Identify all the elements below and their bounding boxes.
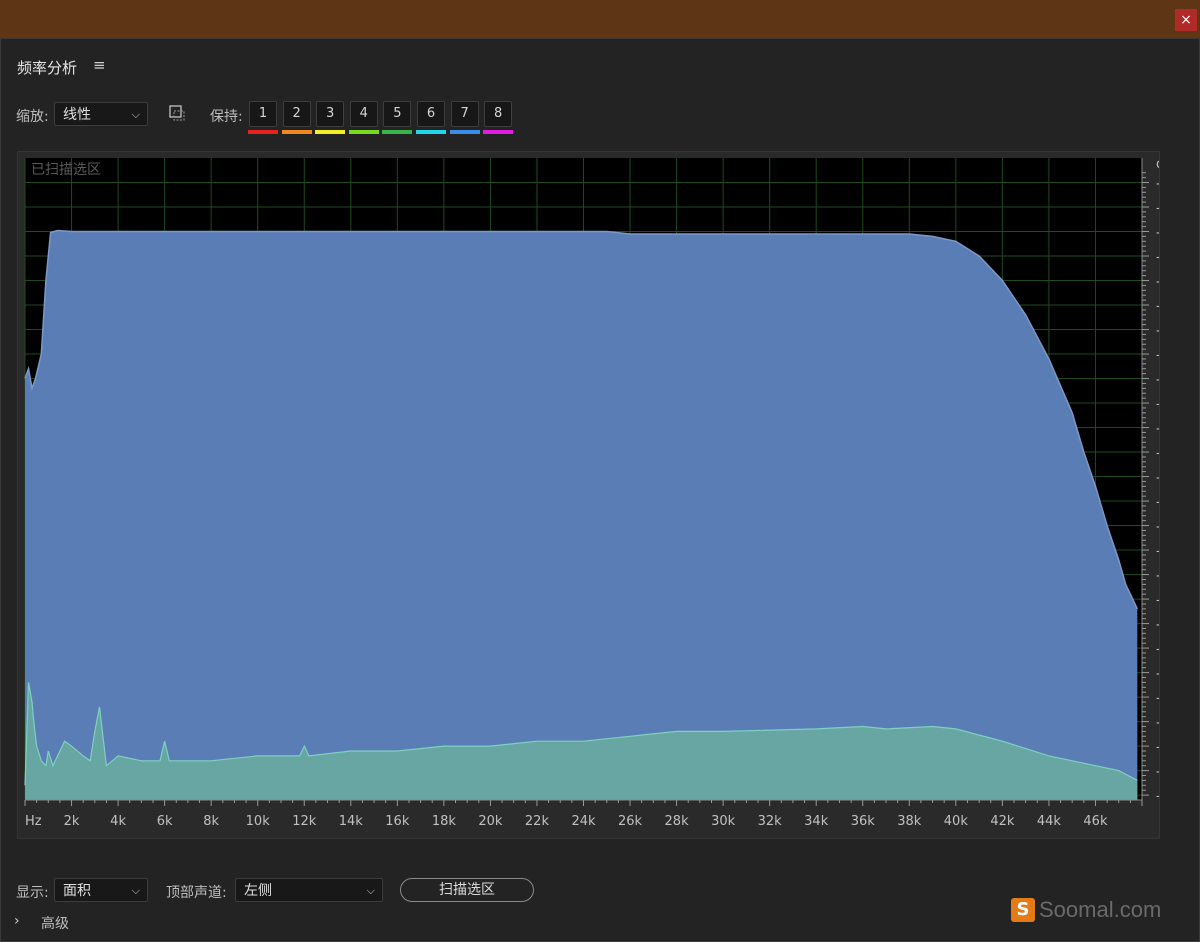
- y-tick-label: -45: [1156, 324, 1159, 339]
- hold-color-bar-3: [315, 130, 346, 134]
- watermark-text: Soomal.com: [1039, 897, 1162, 922]
- hold-button-7[interactable]: 7: [450, 101, 479, 127]
- display-label: 显示:: [16, 885, 49, 901]
- x-tick-label: 12k: [292, 814, 317, 829]
- y-tick-label: -60: [1156, 397, 1159, 412]
- y-tick-label: -140: [1156, 789, 1159, 804]
- y-tick-label: -70: [1156, 446, 1159, 461]
- x-tick-label: 40k: [944, 814, 969, 829]
- x-tick-label: 8k: [203, 814, 219, 829]
- top-channel-dropdown[interactable]: 左侧 ⌵: [235, 878, 383, 902]
- x-tick-label: 22k: [525, 814, 550, 829]
- close-button[interactable]: ×: [1175, 9, 1197, 31]
- x-tick-label: 32k: [758, 814, 783, 829]
- hold-color-bar-5: [382, 130, 413, 134]
- scan-selection-button[interactable]: 扫描选区: [400, 878, 534, 902]
- x-tick-label: 38k: [897, 814, 922, 829]
- y-tick-label: -90: [1156, 544, 1159, 559]
- hold-color-bar-6: [416, 130, 446, 134]
- x-tick-label: 2k: [64, 814, 80, 829]
- y-tick-label: -130: [1156, 740, 1159, 755]
- hold-button-2[interactable]: 2: [282, 101, 311, 127]
- chevron-down-icon: ⌵: [366, 884, 375, 897]
- y-tick-label: -85: [1156, 520, 1159, 535]
- display-dropdown-value: 面积: [63, 883, 91, 899]
- x-tick-label: 26k: [618, 814, 643, 829]
- x-tick-label: Hz: [25, 814, 42, 829]
- y-tick-label: -105: [1156, 618, 1159, 633]
- advanced-label[interactable]: 高级: [41, 913, 69, 933]
- hold-button-8[interactable]: 8: [484, 101, 513, 127]
- chevron-down-icon: ⌵: [131, 884, 140, 897]
- x-tick-label: 16k: [385, 814, 410, 829]
- y-tick-label: -95: [1156, 569, 1159, 584]
- x-tick-label: 10k: [246, 814, 271, 829]
- y-tick-label: -115: [1156, 667, 1159, 682]
- y-tick-label: -100: [1156, 593, 1159, 608]
- y-tick-label: -55: [1156, 373, 1159, 388]
- scanned-selection-label: 已扫描选区: [31, 162, 101, 178]
- x-tick-label: 30k: [711, 814, 736, 829]
- hold-color-bar-7: [449, 130, 480, 134]
- x-tick-label: 34k: [804, 814, 829, 829]
- hold-color-bar-4: [348, 130, 379, 134]
- panel-title: 频率分析: [17, 59, 78, 77]
- window-titlebar: ×: [0, 0, 1200, 38]
- panel-menu-icon[interactable]: ≡: [93, 56, 106, 74]
- y-tick-label: dB: [1156, 157, 1159, 172]
- top-channel-label: 顶部声道:: [166, 885, 227, 901]
- y-tick-label: -25: [1156, 226, 1159, 241]
- y-tick-label: -80: [1156, 495, 1159, 510]
- top-channel-dropdown-value: 左侧: [244, 883, 272, 899]
- advanced-expand-icon[interactable]: ›: [14, 913, 20, 929]
- hold-color-bar-2: [281, 130, 312, 134]
- hold-label: 保持:: [210, 109, 243, 125]
- spectrum-chart[interactable]: dB -15 -20 -25 -30 -35 -40 -45 -50 -55 -60 -65 -70 -7…: [17, 151, 1160, 839]
- x-tick-label: 20k: [478, 814, 503, 829]
- y-tick-label: -20: [1156, 201, 1159, 216]
- hold-button-1[interactable]: 1: [249, 101, 277, 127]
- frequency-analysis-panel: 频率分析 ≡ 缩放: 线性 ⌵ 保持: 12345678 dB -15 -20 -25…: [0, 38, 1200, 942]
- x-tick-label: 44k: [1037, 814, 1062, 829]
- zoom-dropdown[interactable]: 线性 ⌵: [54, 102, 148, 126]
- y-tick-label: -125: [1156, 716, 1159, 731]
- y-tick-label: -135: [1156, 765, 1159, 780]
- x-tick-label: 36k: [851, 814, 876, 829]
- zoom-label: 缩放:: [16, 109, 49, 125]
- x-tick-label: 42k: [990, 814, 1015, 829]
- hold-button-3[interactable]: 3: [316, 101, 345, 127]
- y-tick-label: -15: [1156, 177, 1159, 192]
- x-tick-label: 46k: [1083, 814, 1108, 829]
- y-tick-label: -40: [1156, 299, 1159, 314]
- watermark-logo: S: [1011, 898, 1035, 922]
- x-tick-label: 14k: [339, 814, 364, 829]
- x-tick-label: 4k: [110, 814, 126, 829]
- spectrum-area-main: [25, 230, 1138, 800]
- selection-icon[interactable]: [169, 105, 185, 121]
- y-tick-label: -110: [1156, 642, 1159, 657]
- hold-button-4[interactable]: 4: [349, 101, 378, 127]
- y-tick-label: -75: [1156, 471, 1159, 486]
- y-tick-label: -35: [1156, 275, 1159, 290]
- hold-button-5[interactable]: 5: [383, 101, 412, 127]
- hold-color-bar-8: [483, 130, 514, 134]
- y-tick-label: -65: [1156, 422, 1159, 437]
- x-tick-label: 24k: [571, 814, 596, 829]
- chevron-down-icon: ⌵: [131, 108, 140, 121]
- watermark: S Soomal.com: [1011, 897, 1161, 923]
- x-tick-label: 6k: [157, 814, 173, 829]
- zoom-dropdown-value: 线性: [63, 107, 91, 123]
- spectrum-plot: dB -15 -20 -25 -30 -35 -40 -45 -50 -55 -60 -65 -70 -7…: [24, 157, 1159, 829]
- x-tick-label: 18k: [432, 814, 457, 829]
- y-tick-label: -50: [1156, 348, 1159, 363]
- y-tick-label: -120: [1156, 691, 1159, 706]
- hold-color-bar-1: [248, 130, 278, 134]
- display-dropdown[interactable]: 面积 ⌵: [54, 878, 148, 902]
- y-tick-label: -30: [1156, 250, 1159, 265]
- x-tick-label: 28k: [665, 814, 690, 829]
- hold-button-6[interactable]: 6: [417, 101, 445, 127]
